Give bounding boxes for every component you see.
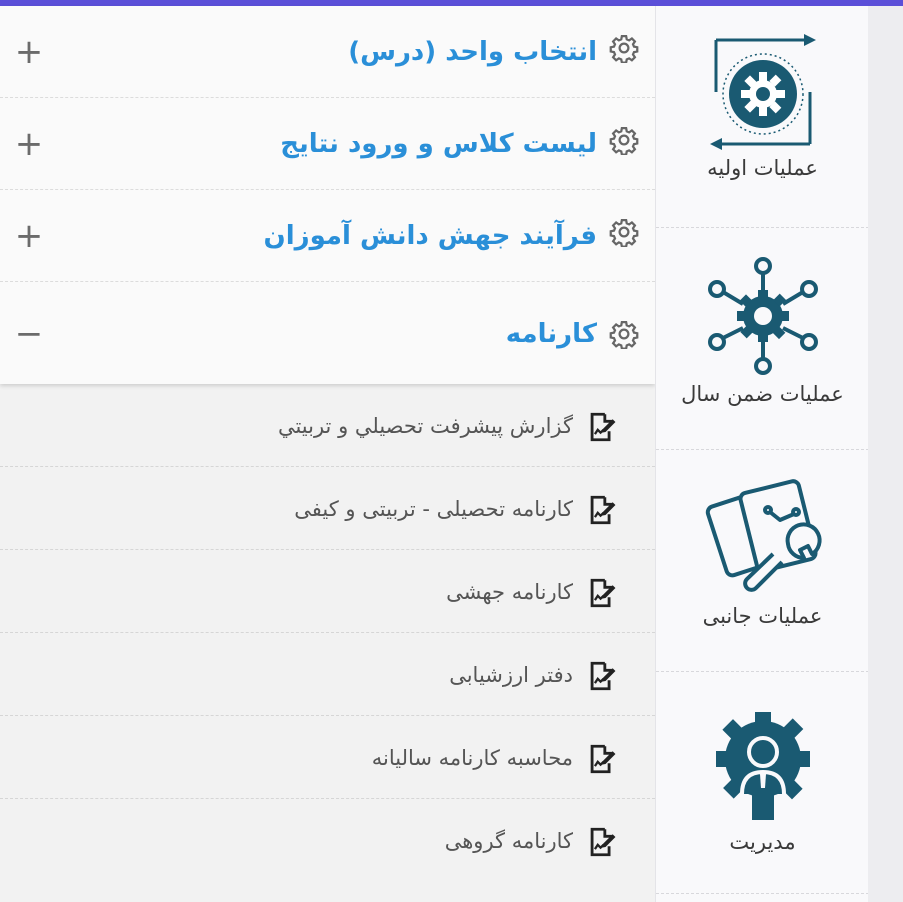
submenu-item-progress-report[interactable]: گزارش پیشرفت تحصيلي و تربيتي	[0, 384, 655, 467]
expand-toggle[interactable]: +	[14, 190, 44, 282]
wrench-cards-icon	[705, 479, 822, 592]
accordion-panel: انتخاب واحد (درس) + لیست کلاس و ورود نتا…	[0, 6, 655, 384]
accordion-section-student-jump[interactable]: فرآیند جهش دانش آموزان +	[0, 190, 655, 282]
sidebar-item-label: عملیات جانبی	[702, 604, 823, 628]
sidebar-item-yearly-ops[interactable]: عملیات ضمن سال	[656, 228, 869, 450]
accordion-section-course-selection[interactable]: انتخاب واحد (درس) +	[0, 6, 655, 98]
gear-icon	[609, 219, 639, 247]
main-sidebar: عملیات اولیه عملیات ضمن سال عملیات جانبی…	[655, 6, 869, 902]
gear-network-icon	[707, 257, 818, 375]
sidebar-item-label: مدیریت	[729, 830, 796, 854]
submenu-label: محاسبه کارنامه سالیانه	[371, 745, 573, 770]
right-edge-strip	[868, 6, 903, 902]
gear-icon	[609, 127, 639, 155]
gear-cycle-icon	[709, 34, 816, 150]
section-title: فرآیند جهش دانش آموزان	[263, 221, 597, 251]
submenu-item-group-report[interactable]: کارنامه گروهی	[0, 799, 655, 882]
document-edit-icon	[590, 661, 616, 691]
accordion-section-report-card[interactable]: کارنامه −	[0, 282, 655, 384]
submenu-label: دفتر ارزشیابی	[449, 662, 573, 687]
gear-icon	[609, 321, 639, 349]
gear-icon	[609, 35, 639, 63]
document-edit-icon	[590, 495, 616, 525]
submenu-item-qualitative-report[interactable]: کارنامه تحصیلی - تربیتی و کیفی	[0, 467, 655, 550]
submenu-item-evaluation-book[interactable]: دفتر ارزشیابی	[0, 633, 655, 716]
submenu-item-annual-calc[interactable]: محاسبه کارنامه سالیانه	[0, 716, 655, 799]
section-title: لیست کلاس و ورود نتایج	[280, 129, 597, 159]
document-edit-icon	[590, 412, 616, 442]
expand-toggle[interactable]: +	[14, 6, 44, 98]
accordion-section-class-list[interactable]: لیست کلاس و ورود نتایج +	[0, 98, 655, 190]
document-edit-icon	[590, 827, 616, 857]
submenu-label: کارنامه تحصیلی - تربیتی و کیفی	[294, 496, 573, 521]
document-edit-icon	[590, 744, 616, 774]
sidebar-item-label: عملیات اولیه	[707, 156, 818, 180]
manager-gear-icon	[715, 712, 810, 820]
section-title: انتخاب واحد (درس)	[348, 37, 597, 67]
document-edit-icon	[590, 578, 616, 608]
sidebar-item-initial-ops[interactable]: عملیات اولیه	[656, 6, 869, 228]
submenu-label: کارنامه جهشی	[446, 579, 573, 604]
expand-toggle[interactable]: +	[14, 98, 44, 190]
section-title: کارنامه	[505, 319, 597, 349]
sidebar-item-management[interactable]: مدیریت	[656, 672, 869, 894]
sidebar-item-side-ops[interactable]: عملیات جانبی	[656, 450, 869, 672]
sidebar-item-label: عملیات ضمن سال	[681, 382, 844, 406]
submenu-label: کارنامه گروهی	[444, 828, 573, 853]
submenu-label: گزارش پیشرفت تحصيلي و تربيتي	[277, 413, 573, 438]
submenu-item-jump-report[interactable]: کارنامه جهشی	[0, 550, 655, 633]
collapse-toggle[interactable]: −	[14, 282, 44, 386]
